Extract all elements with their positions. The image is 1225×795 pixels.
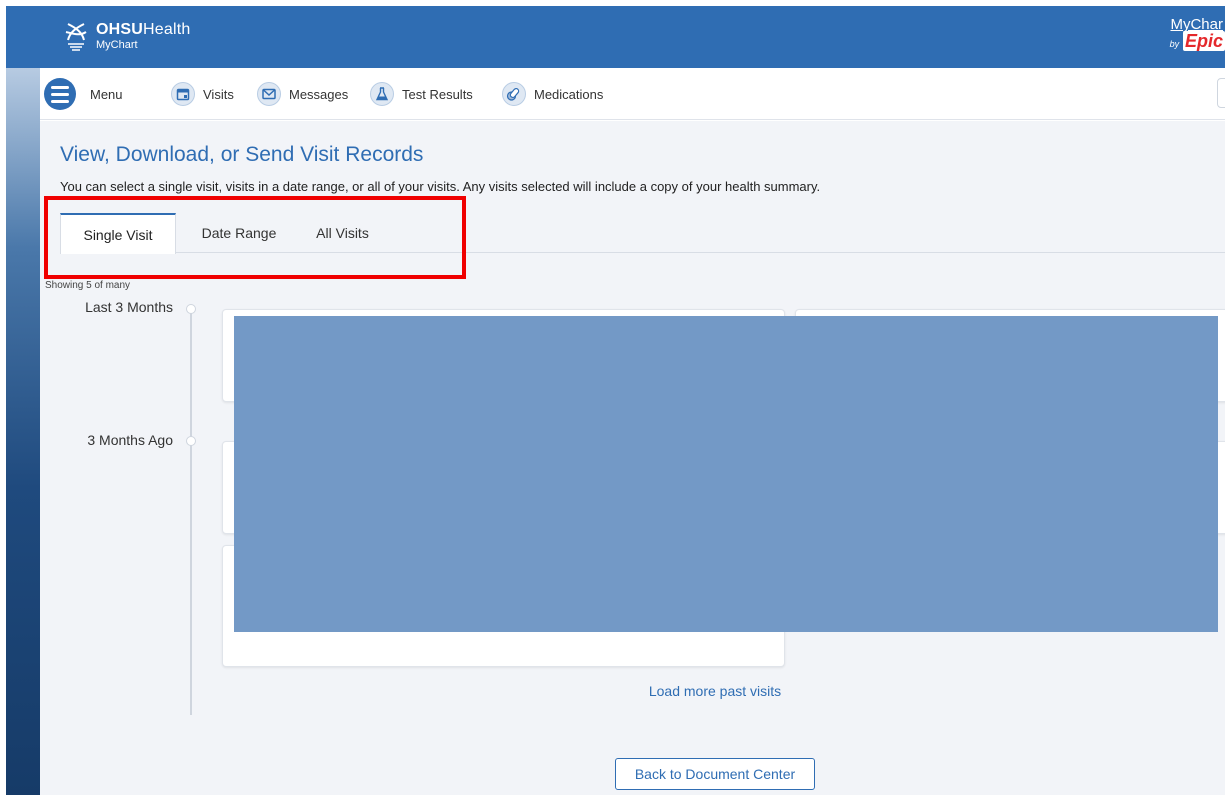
nav-overflow-button[interactable] bbox=[1217, 78, 1225, 108]
timeline-dot bbox=[186, 436, 196, 446]
nav-test-results[interactable]: Test Results bbox=[370, 78, 473, 110]
mychart-epic-logo[interactable]: MyChar by Epic bbox=[1170, 16, 1225, 52]
timeline-label-last-3-months: Last 3 Months bbox=[85, 299, 173, 315]
ohsu-emblem-icon bbox=[65, 23, 87, 51]
timeline-label-3-months-ago: 3 Months Ago bbox=[87, 432, 173, 448]
epic-by-text: by bbox=[1169, 39, 1180, 49]
epic-name-text: Epic bbox=[1182, 31, 1225, 51]
mychart-window: OHSUHealth MyChart MyChar by Epic Menu V… bbox=[0, 0, 1225, 795]
menu-button[interactable]: Menu bbox=[44, 78, 123, 110]
test-results-label: Test Results bbox=[402, 86, 473, 102]
calendar-icon bbox=[171, 82, 195, 106]
ohsu-logo[interactable]: OHSUHealth MyChart bbox=[62, 20, 190, 52]
brand-bold-text: OHSU bbox=[96, 21, 144, 38]
left-sidebar bbox=[6, 68, 40, 795]
nav-messages[interactable]: Messages bbox=[257, 78, 348, 110]
load-more-link[interactable]: Load more past visits bbox=[40, 683, 1225, 699]
tabs-highlight-box bbox=[44, 196, 466, 279]
timeline-line bbox=[190, 311, 192, 715]
back-to-document-center-button[interactable]: Back to Document Center bbox=[615, 758, 815, 790]
nav-medications[interactable]: Medications bbox=[502, 78, 603, 110]
menu-label: Menu bbox=[90, 86, 123, 102]
visits-label: Visits bbox=[203, 86, 234, 102]
top-banner: OHSUHealth MyChart MyChar by Epic bbox=[6, 6, 1225, 68]
messages-label: Messages bbox=[289, 86, 349, 102]
redaction-overlay bbox=[234, 316, 1218, 632]
brand-subtitle: MyChart bbox=[96, 39, 138, 51]
medications-label: Medications bbox=[534, 86, 604, 102]
page-title: View, Download, or Send Visit Records bbox=[60, 143, 424, 166]
page-subtitle: You can select a single visit, visits in… bbox=[60, 179, 821, 194]
nav-visits[interactable]: Visits bbox=[171, 78, 234, 110]
brand-regular-text: Health bbox=[143, 21, 191, 38]
showing-count: Showing 5 of many bbox=[45, 280, 131, 291]
timeline-dot bbox=[186, 304, 196, 314]
main-content: View, Download, or Send Visit Records Yo… bbox=[40, 121, 1225, 795]
pill-icon bbox=[502, 82, 526, 106]
menu-icon bbox=[44, 78, 76, 110]
nav-bar: Menu Visits Messages Test Results Medica… bbox=[40, 68, 1225, 120]
envelope-icon bbox=[257, 82, 281, 106]
flask-icon bbox=[370, 82, 394, 106]
